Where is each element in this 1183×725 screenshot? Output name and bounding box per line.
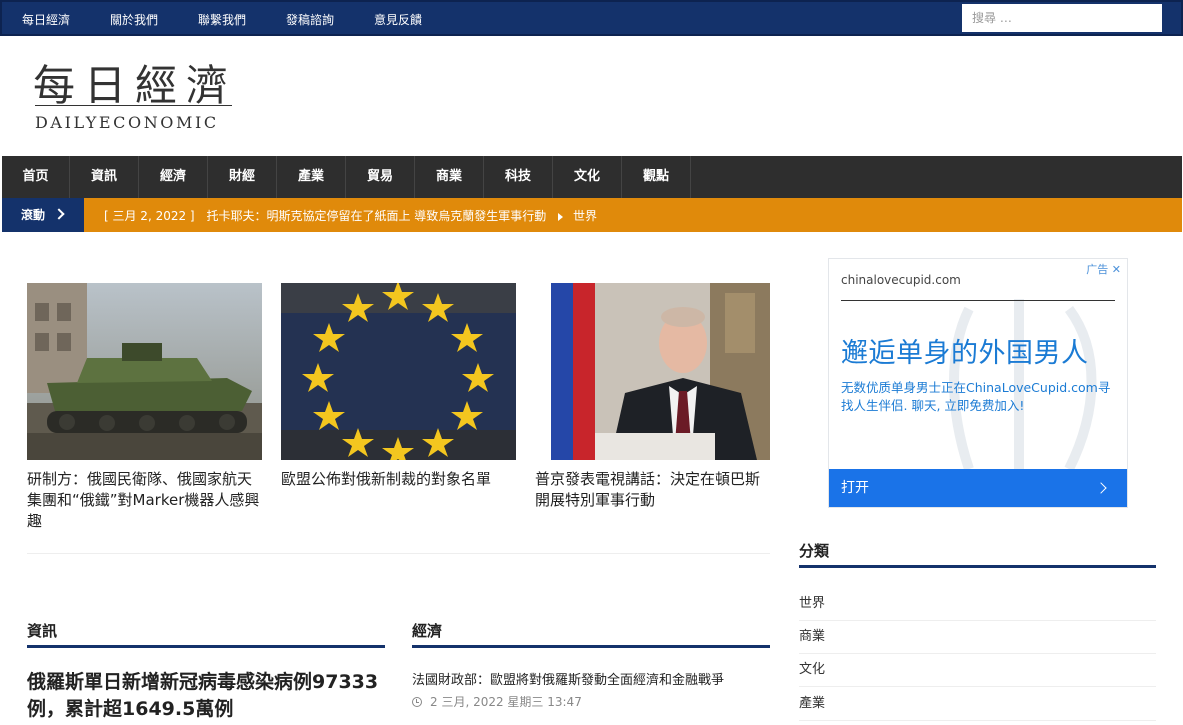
nav-item-culture[interactable]: 文化 [553, 156, 622, 198]
top-link-feedback[interactable]: 意見反饋 [374, 11, 422, 28]
content-divider [27, 553, 770, 554]
categories-underline [799, 565, 1156, 568]
nav-item-home[interactable]: 首页 [2, 156, 70, 198]
ad-domain: chinalovecupid.com [841, 273, 961, 287]
nav-item-tech[interactable]: 科技 [484, 156, 553, 198]
nav-item-opinion[interactable]: 觀點 [622, 156, 691, 198]
nav-item-finance[interactable]: 財經 [208, 156, 277, 198]
nav-item-business[interactable]: 商業 [415, 156, 484, 198]
category-item-culture[interactable]: 文化 [799, 658, 1156, 687]
ad-label[interactable]: 广告 ✕ [1086, 261, 1121, 277]
economy-meta: 2 三月, 2022 星期三 13:47 [412, 693, 582, 710]
triangle-right-icon [558, 212, 564, 221]
ticker-headline[interactable]: 托卡耶夫：明斯克協定停留在了紙面上 導致烏克蘭發生軍事行動 [206, 209, 546, 223]
top-link-home[interactable]: 每日經濟 [22, 11, 70, 28]
ad-headline[interactable]: 邂逅单身的外国男人 [841, 331, 1089, 370]
ticker-date: [ 三月 2, 2022 ] [104, 209, 195, 223]
ticker-item[interactable]: [ 三月 2, 2022 ] 托卡耶夫：明斯克協定停留在了紙面上 導致烏克蘭發生… [104, 207, 597, 224]
top-link-submit[interactable]: 發稿諮詢 [286, 11, 334, 28]
featured-image-robot[interactable] [27, 283, 262, 460]
chevron-right-icon [53, 208, 65, 220]
featured-title-putin-address[interactable]: 普京發表電視講話：決定在頓巴斯開展特別軍事行動 [535, 469, 770, 511]
category-item-business[interactable]: 商業 [799, 625, 1156, 654]
featured-title-robot[interactable]: 研制方：俄國民衛隊、俄國家航天集團和“俄鐵”對Marker機器人感興趣 [27, 469, 262, 532]
section-heading-news[interactable]: 資訊 [27, 620, 57, 641]
categories-heading: 分類 [799, 542, 830, 560]
ticker-label: 滾動 [2, 198, 84, 232]
section-underline [412, 645, 770, 648]
economy-headline[interactable]: 法國財政部：歐盟將對俄羅斯發動全面經濟和金融戰爭 [412, 669, 772, 688]
news-headline-main[interactable]: 俄羅斯單日新增新冠病毒感染病例97333例，累計超1649.5萬例 [27, 669, 387, 723]
top-link-about[interactable]: 關於我們 [110, 11, 158, 28]
ticker-category[interactable]: 世界 [573, 209, 597, 223]
ad-body: 无数优质单身男士正在ChinaLoveCupid.com寻找人生伴侣. 聊天, … [841, 380, 1111, 413]
site-logo-chinese[interactable]: 每日經濟 [33, 52, 237, 113]
logo-divider [35, 105, 232, 106]
nav-item-news[interactable]: 資訊 [70, 156, 139, 198]
ad-divider [841, 300, 1115, 301]
site-logo-english[interactable]: DAILYECONOMIC [35, 113, 219, 132]
ad-open-button[interactable]: 打开 [829, 469, 1127, 507]
nav-item-economy[interactable]: 經濟 [139, 156, 208, 198]
post-date: 2 三月, 2022 星期三 13:47 [430, 695, 582, 709]
category-item-industry[interactable]: 產業 [799, 692, 1156, 721]
top-link-contact[interactable]: 聯繫我們 [198, 11, 246, 28]
category-item-world[interactable]: 世界 [799, 592, 1156, 621]
close-icon[interactable]: ✕ [1112, 263, 1121, 276]
clock-icon [412, 697, 422, 707]
nav-item-industry[interactable]: 產業 [277, 156, 346, 198]
section-heading-economy[interactable]: 經濟 [412, 620, 442, 641]
section-underline [27, 645, 385, 648]
featured-image-address[interactable] [535, 283, 770, 460]
search-input[interactable] [962, 4, 1162, 32]
ad-banner[interactable]: 广告 ✕ chinalovecupid.com 邂逅单身的外国男人 无数优质单身… [828, 258, 1128, 508]
nav-item-trade[interactable]: 貿易 [346, 156, 415, 198]
chevron-right-icon [1095, 482, 1107, 494]
main-nav: 首页 資訊 經濟 財經 產業 貿易 商業 科技 文化 觀點 [2, 156, 1182, 198]
news-ticker: 滾動 [ 三月 2, 2022 ] 托卡耶夫：明斯克協定停留在了紙面上 導致烏克… [2, 198, 1182, 232]
featured-title-eu-sanctions[interactable]: 歐盟公佈對俄新制裁的對象名單 [281, 469, 516, 490]
featured-image-eu-flag[interactable] [281, 283, 516, 460]
